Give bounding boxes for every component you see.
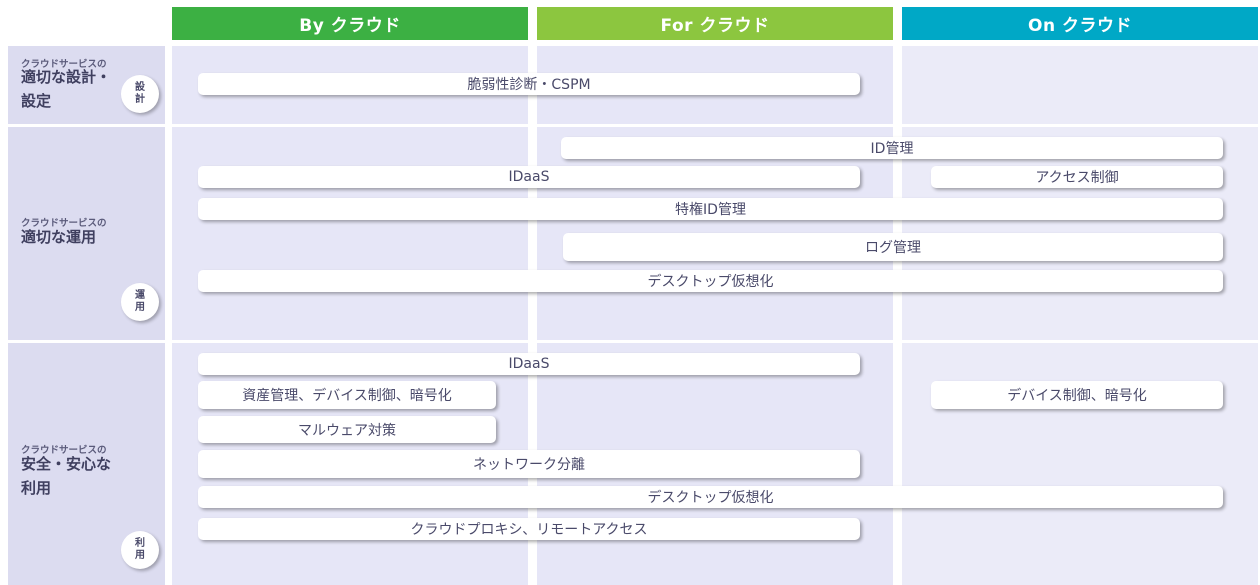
bar-idaas-usage[interactable]: IDaaS [198,353,860,375]
column-header-for-cloud: For クラウド [537,7,893,40]
row-separator [0,340,1260,343]
cloud-security-matrix: { "columns": { "by": {"label": "By クラウド"… [0,0,1260,585]
bar-anti-malware[interactable]: マルウェア対策 [198,416,496,443]
row-label-design-line2: 設定 [21,92,52,110]
row-label-usage-line1: 安全・安心な [21,455,112,473]
column-header-on-cloud: On クラウド [902,7,1258,40]
usage-badge: 利用 [121,531,159,569]
row-label-usage-line2: 利用 [21,479,52,497]
bar-privileged-id[interactable]: 特権ID管理 [198,198,1223,220]
column-header-by-cloud: By クラウド [172,7,528,40]
bar-cloud-proxy-remote-access[interactable]: クラウドプロキシ、リモートアクセス [198,518,860,540]
operation-badge: 運用 [121,283,159,321]
bar-idaas-ops[interactable]: IDaaS [198,166,860,188]
row-label-operation-line1: 適切な運用 [21,228,97,246]
row-label-design: クラウドサービスの 適切な設計・ 設定 設計 [8,46,165,124]
bar-log-management[interactable]: ログ管理 [563,233,1223,261]
bar-device-encryption[interactable]: デバイス制御、暗号化 [931,381,1223,409]
bar-desktop-virtualization-ops[interactable]: デスクトップ仮想化 [198,270,1223,292]
row-label-operation: クラウドサービスの 適切な運用 運用 [8,127,165,340]
row-separator [0,124,1260,127]
bar-network-isolation[interactable]: ネットワーク分離 [198,450,860,478]
bar-access-control[interactable]: アクセス制御 [931,166,1223,188]
row-label-design-line1: 適切な設計・ [21,68,112,86]
bar-vulnerability-cspm[interactable]: 脆弱性診断・CSPM [198,73,860,95]
bar-desktop-virtualization-usage[interactable]: デスクトップ仮想化 [198,486,1223,508]
bar-asset-device-encryption[interactable]: 資産管理、デバイス制御、暗号化 [198,381,496,409]
design-badge: 設計 [121,75,159,113]
bar-id-management[interactable]: ID管理 [561,137,1223,159]
row-label-usage: クラウドサービスの 安全・安心な 利用 利用 [8,343,165,585]
